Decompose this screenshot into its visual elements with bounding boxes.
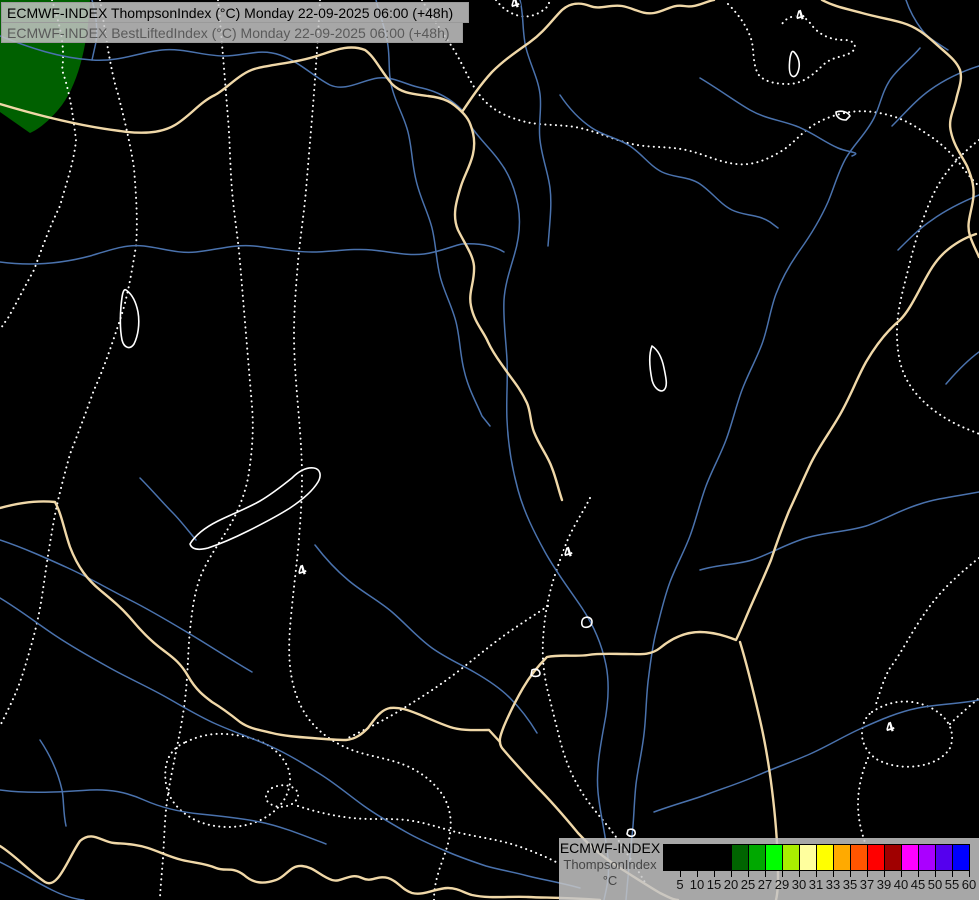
legend-title-model: ECMWF-INDEX	[559, 840, 661, 856]
legend-cell: 55	[936, 845, 959, 892]
legend-tick-label: 33	[825, 877, 841, 892]
legend-tick-label: 60	[961, 877, 977, 892]
legend-cell: 60	[953, 845, 976, 892]
legend-tick-label: 50	[927, 877, 943, 892]
legend-cell: 39	[868, 845, 891, 892]
legend-tick-label: 39	[876, 877, 892, 892]
legend-title-index: ThompsonIndex	[563, 857, 657, 872]
legend-title-units: °C	[602, 873, 618, 888]
legend-tick-label: 5	[676, 877, 684, 892]
legend-tick-label: 29	[774, 877, 790, 892]
legend-panel: ECMWF-INDEX ThompsonIndex °C 5 10 15 20 25 27…	[559, 838, 979, 900]
map-title-bar: ECMWF-INDEX ThompsonIndex (°C) Monday 22…	[1, 2, 469, 43]
legend-tick-label: 45	[910, 877, 926, 892]
weather-map: 44444	[0, 0, 979, 900]
legend-cell: 10	[681, 845, 704, 892]
legend-cell: 27	[749, 845, 772, 892]
legend-cell: 45	[902, 845, 925, 892]
legend-tick-label: 15	[706, 877, 722, 892]
legend-cell: 31	[800, 845, 823, 892]
legend-tick-label: 30	[791, 877, 807, 892]
legend-cell: 40	[885, 845, 908, 892]
legend-cell: 30	[783, 845, 806, 892]
title-thompson-index: ECMWF-INDEX ThompsonIndex (°C) Monday 22…	[1, 2, 469, 23]
legend-cell: 15	[698, 845, 721, 892]
forecast-map-screen: 44444 ECMWF-INDEX ThompsonIndex (°C) Mon…	[0, 0, 979, 900]
legend-tick-label: 55	[944, 877, 960, 892]
legend-cell: 5	[664, 845, 684, 892]
legend-cell: 35	[834, 845, 857, 892]
legend-colorbar: 5 10 15 20 25 27 29 30 31 33 35 37 39 40 45 50 55 60	[663, 844, 976, 892]
legend-cell: 37	[851, 845, 874, 892]
title-best-lifted-index: ECMWF-INDEX BestLiftedIndex (°C) Monday …	[1, 22, 463, 43]
legend-cell: 20	[715, 845, 738, 892]
legend-titles: ECMWF-INDEX ThompsonIndex °C	[559, 840, 661, 889]
legend-tick-label: 27	[757, 877, 773, 892]
legend-cell: 25	[732, 845, 755, 892]
legend-tick-label: 40	[893, 877, 909, 892]
legend-cell: 33	[817, 845, 840, 892]
legend-cell: 50	[919, 845, 942, 892]
legend-tick-label: 37	[859, 877, 875, 892]
legend-tick-label: 20	[723, 877, 739, 892]
legend-tick-label: 10	[689, 877, 705, 892]
map-background	[0, 0, 979, 900]
legend-tick-label: 25	[740, 877, 756, 892]
legend-cell: 29	[766, 845, 789, 892]
legend-tick-label: 35	[842, 877, 858, 892]
legend-tick-label: 31	[808, 877, 824, 892]
